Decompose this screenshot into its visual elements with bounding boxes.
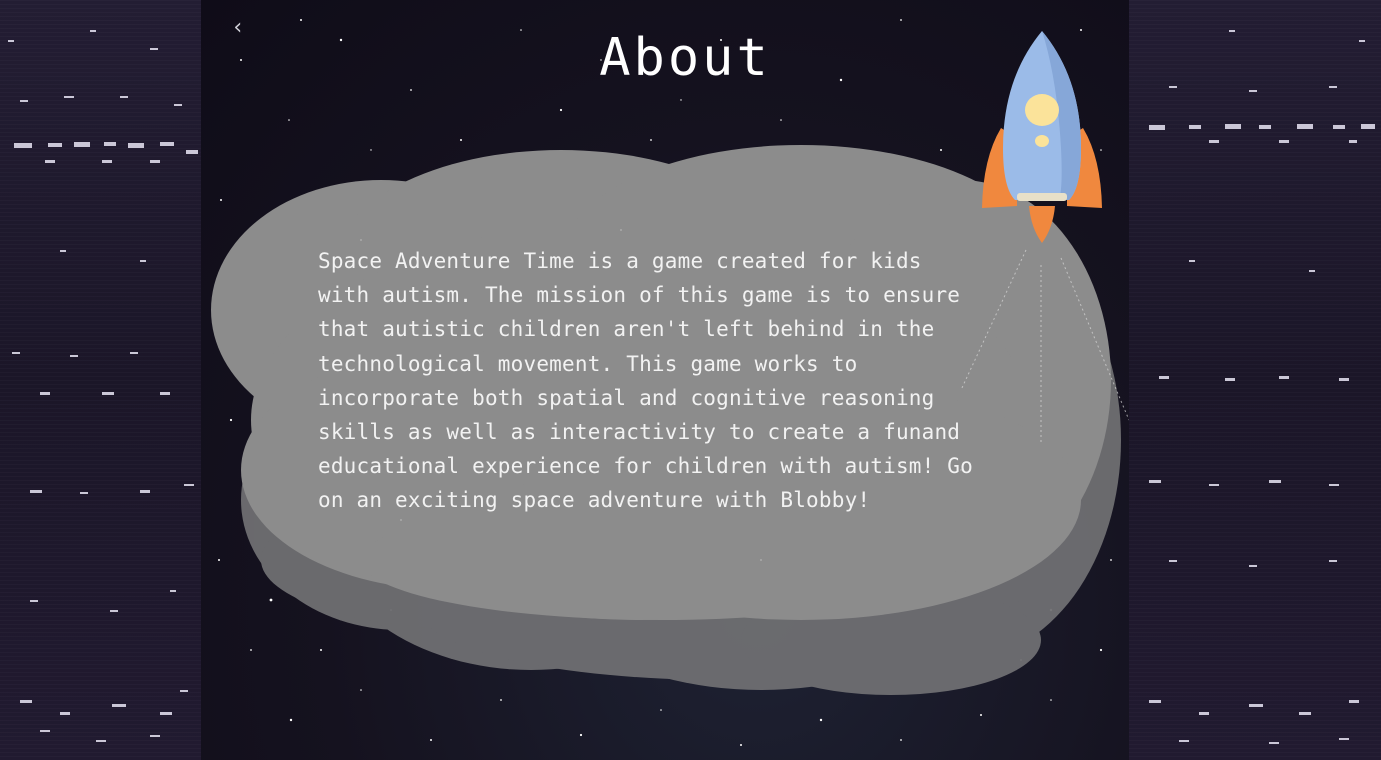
left-star-streaks <box>8 30 198 742</box>
right-letterbox <box>1129 0 1381 760</box>
about-description: Space Adventure Time is a game created f… <box>318 249 973 513</box>
rocket-icon <box>982 31 1102 243</box>
game-stage: ‹ About Space Adventure Time is a game c… <box>201 0 1129 760</box>
right-star-streaks <box>1149 30 1375 744</box>
left-letterbox <box>0 0 201 760</box>
